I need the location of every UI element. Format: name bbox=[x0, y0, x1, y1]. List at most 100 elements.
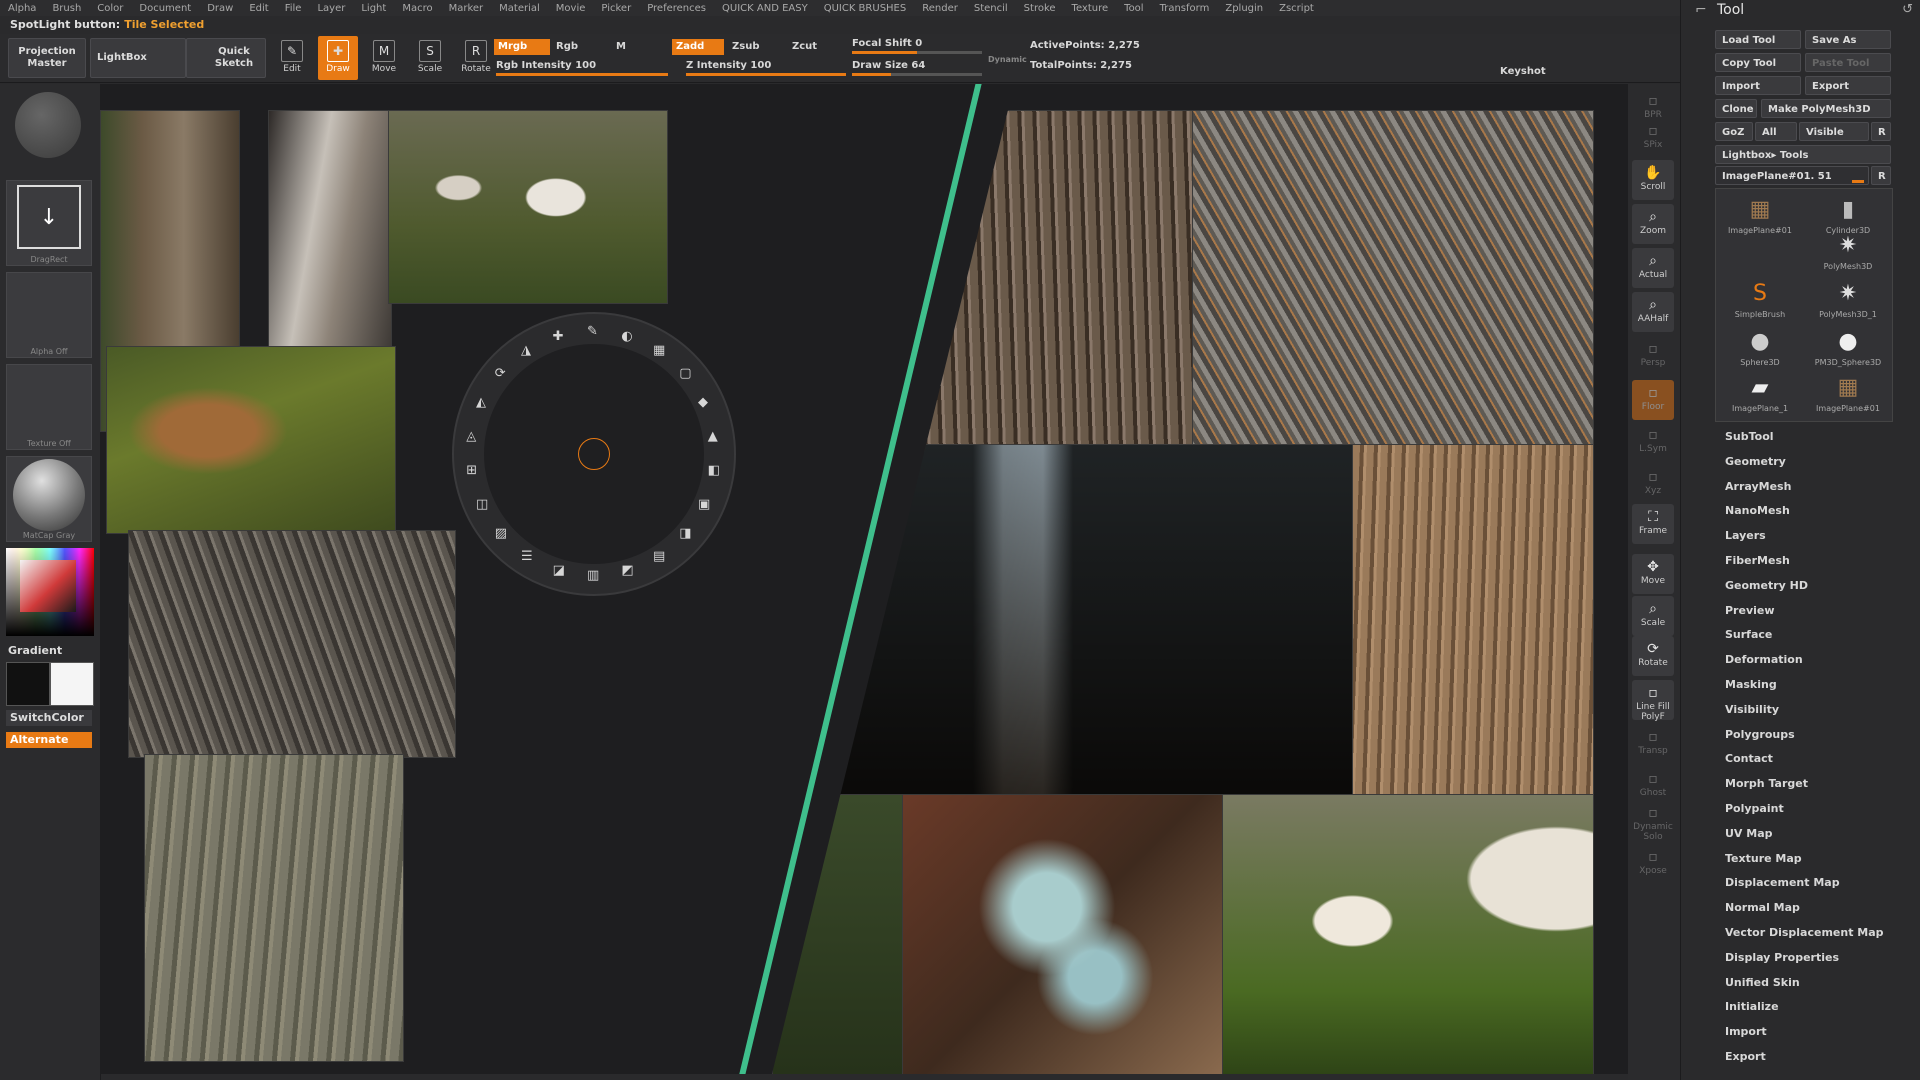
goz-r-button[interactable]: R bbox=[1871, 122, 1891, 141]
tool-menu-arraymesh[interactable]: ArrayMesh bbox=[1725, 480, 1791, 493]
shelf-aahalf-button[interactable]: ⌕ AAHalf bbox=[1632, 292, 1674, 332]
save-as-button[interactable]: Save As bbox=[1805, 30, 1891, 49]
menu-item[interactable]: File bbox=[285, 3, 302, 14]
image-tile-shredded-bark[interactable] bbox=[1192, 110, 1594, 452]
menu-item[interactable]: Brush bbox=[52, 3, 81, 14]
shelf-frame-button[interactable]: ⛶ Frame bbox=[1632, 504, 1674, 544]
tool-menu-fibermesh[interactable]: FiberMesh bbox=[1725, 554, 1790, 567]
menu-item[interactable]: Stroke bbox=[1024, 3, 1056, 14]
shelf-transp-button[interactable]: ▫ Transp bbox=[1632, 724, 1674, 764]
make-polymesh-button[interactable]: Make PolyMesh3D bbox=[1761, 99, 1891, 118]
tool-thumbnail[interactable]: ✷ PolyMesh3D_1 bbox=[1805, 278, 1891, 322]
shelf-l-sym-button[interactable]: ▫ L.Sym bbox=[1632, 422, 1674, 462]
rgb-intensity-slider[interactable]: Rgb Intensity 100 bbox=[496, 60, 668, 76]
tool-menu-geometry-hd[interactable]: Geometry HD bbox=[1725, 579, 1808, 592]
tool-draw-button[interactable]: ✚ Draw bbox=[318, 36, 358, 80]
tool-rotate-button[interactable]: R Rotate bbox=[456, 36, 496, 80]
keyshot-button[interactable]: Keyshot bbox=[1496, 64, 1550, 80]
tool-thumbnail[interactable]: ● PM3D_Sphere3D bbox=[1805, 326, 1891, 370]
shelf-floor-button[interactable]: ▫ Floor bbox=[1632, 380, 1674, 420]
tool-menu-unified-skin[interactable]: Unified Skin bbox=[1725, 976, 1800, 989]
tool-menu-preview[interactable]: Preview bbox=[1725, 604, 1775, 617]
tool-edit-button[interactable]: ✎ Edit bbox=[272, 36, 312, 80]
menu-item[interactable]: Render bbox=[922, 3, 958, 14]
lightbox-button[interactable]: LightBox bbox=[90, 38, 186, 78]
tool-menu-nanomesh[interactable]: NanoMesh bbox=[1725, 504, 1790, 517]
tool-menu-visibility[interactable]: Visibility bbox=[1725, 703, 1779, 716]
menu-item[interactable]: Material bbox=[499, 3, 540, 14]
shelf-actual-button[interactable]: ⌕ Actual bbox=[1632, 248, 1674, 288]
menu-item[interactable]: Zscript bbox=[1279, 3, 1314, 14]
export-button[interactable]: Export bbox=[1805, 76, 1891, 95]
rgb-toggle[interactable]: Rgb bbox=[552, 39, 582, 55]
tool-menu-geometry[interactable]: Geometry bbox=[1725, 455, 1786, 468]
tool-menu-polygroups[interactable]: Polygroups bbox=[1725, 728, 1795, 741]
shelf-rotate-button[interactable]: ⟳ Rotate bbox=[1632, 636, 1674, 676]
current-tool-r-button[interactable]: R bbox=[1871, 166, 1891, 185]
shelf-zoom-button[interactable]: ⌕ Zoom bbox=[1632, 204, 1674, 244]
menu-item[interactable]: Texture bbox=[1072, 3, 1109, 14]
tool-menu-masking[interactable]: Masking bbox=[1725, 678, 1777, 691]
menu-item[interactable]: QUICK AND EASY bbox=[722, 3, 808, 14]
menu-item[interactable]: Alpha bbox=[8, 3, 36, 14]
tool-thumbnail[interactable]: ✷ PolyMesh3D bbox=[1805, 230, 1891, 274]
tool-menu-layers[interactable]: Layers bbox=[1725, 529, 1766, 542]
load-tool-button[interactable]: Load Tool bbox=[1715, 30, 1801, 49]
shelf-scroll-button[interactable]: ✋ Scroll bbox=[1632, 160, 1674, 200]
palette-refresh-icon[interactable]: ↺ bbox=[1902, 2, 1913, 17]
tool-menu-initialize[interactable]: Initialize bbox=[1725, 1000, 1779, 1013]
tool-menu-surface[interactable]: Surface bbox=[1725, 628, 1772, 641]
tool-menu-deformation[interactable]: Deformation bbox=[1725, 653, 1803, 666]
shelf-line-fill-polyf-button[interactable]: ▫ Line Fill PolyF bbox=[1632, 680, 1674, 722]
z-intensity-slider[interactable]: Z Intensity 100 bbox=[686, 60, 846, 76]
current-tool-slider[interactable]: ImagePlane#01. 51 bbox=[1715, 166, 1869, 185]
alternate-button[interactable]: Alternate bbox=[6, 732, 92, 748]
document-canvas[interactable]: ✎ ◐ ▦ ▢ ◆ ▲ ◧ ▣ ◨ ▤ ◩ ▥ ◪ ☰ ▨ ◫ ⊞ ◬ ◭ ⟳ ◮ ✚ bbox=[100, 84, 1630, 1074]
draw-size-slider[interactable]: Draw Size 64 bbox=[852, 60, 982, 76]
shelf-xyz-button[interactable]: ▫ Xyz bbox=[1632, 464, 1674, 504]
color-picker[interactable] bbox=[6, 548, 94, 636]
menu-item[interactable]: QUICK BRUSHES bbox=[824, 3, 907, 14]
goz-all-button[interactable]: All bbox=[1755, 122, 1797, 141]
tool-menu-import[interactable]: Import bbox=[1725, 1025, 1767, 1038]
menu-item[interactable]: Draw bbox=[207, 3, 233, 14]
shelf-spix-button[interactable]: ▫ SPix bbox=[1632, 118, 1674, 158]
tool-thumbnail[interactable]: ● Sphere3D bbox=[1717, 326, 1803, 370]
main-color-swatch[interactable] bbox=[6, 662, 50, 706]
image-tile-brown-bark[interactable] bbox=[1352, 444, 1594, 796]
stroke-selector[interactable]: ↓ DragRect bbox=[6, 180, 92, 266]
tool-menu-export[interactable]: Export bbox=[1725, 1050, 1766, 1063]
menu-item[interactable]: Transform bbox=[1160, 3, 1210, 14]
menu-item[interactable]: Tool bbox=[1124, 3, 1143, 14]
tool-menu-morph-target[interactable]: Morph Target bbox=[1725, 777, 1808, 790]
projection-master-button[interactable]: Projection Master bbox=[8, 38, 86, 78]
gradient-label[interactable]: Gradient bbox=[8, 644, 62, 657]
menu-item[interactable]: Color bbox=[97, 3, 123, 14]
tool-menu-contact[interactable]: Contact bbox=[1725, 752, 1773, 765]
menu-item[interactable]: Document bbox=[139, 3, 191, 14]
menu-item[interactable]: Stencil bbox=[974, 3, 1008, 14]
tool-menu-display-properties[interactable]: Display Properties bbox=[1725, 951, 1839, 964]
tool-thumbnail[interactable]: ▦ ImagePlane#01 bbox=[1805, 372, 1891, 416]
shelf-persp-button[interactable]: ▫ Persp bbox=[1632, 336, 1674, 376]
tool-thumbnail[interactable]: S SimpleBrush bbox=[1717, 278, 1803, 322]
tool-menu-normal-map[interactable]: Normal Map bbox=[1725, 901, 1800, 914]
alpha-selector[interactable]: Alpha Off bbox=[6, 272, 92, 358]
switch-color-button[interactable]: SwitchColor bbox=[6, 710, 92, 726]
shelf-move-button[interactable]: ✥ Move bbox=[1632, 554, 1674, 594]
import-button[interactable]: Import bbox=[1715, 76, 1801, 95]
tool-scale-button[interactable]: S Scale bbox=[410, 36, 450, 80]
goz-visible-button[interactable]: Visible bbox=[1799, 122, 1869, 141]
menu-item[interactable]: Macro bbox=[402, 3, 432, 14]
menu-item[interactable]: Edit bbox=[249, 3, 268, 14]
texture-selector[interactable]: Texture Off bbox=[6, 364, 92, 450]
m-toggle[interactable]: M bbox=[612, 39, 630, 55]
tool-menu-displacement-map[interactable]: Displacement Map bbox=[1725, 876, 1840, 889]
zcut-toggle[interactable]: Zcut bbox=[788, 39, 821, 55]
goz-button[interactable]: GoZ bbox=[1715, 122, 1753, 141]
menu-item[interactable]: Picker bbox=[601, 3, 631, 14]
tool-menu-polypaint[interactable]: Polypaint bbox=[1725, 802, 1784, 815]
color-picker-square[interactable] bbox=[20, 560, 76, 612]
brush-selector[interactable] bbox=[6, 90, 90, 168]
focal-shift-slider[interactable]: Focal Shift 0 bbox=[852, 38, 982, 54]
